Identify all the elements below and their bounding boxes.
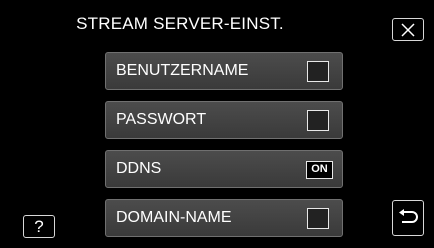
benutzername-checkbox[interactable] [307,61,329,82]
close-button[interactable] [392,18,424,41]
close-icon [401,22,415,37]
help-button[interactable]: ? [23,215,55,238]
ddns-status-badge: ON [306,161,333,179]
menu-item-passwort[interactable]: PASSWORT [105,101,343,139]
back-button[interactable] [392,200,424,236]
menu-item-benutzername[interactable]: BENUTZERNAME [105,52,343,90]
menu-item-label: BENUTZERNAME [116,62,249,79]
passwort-checkbox[interactable] [307,110,329,131]
menu-item-label: DDNS [116,160,162,177]
page-title: STREAM SERVER-EINST. [76,14,284,33]
domain-name-checkbox[interactable] [307,208,329,229]
menu-item-label: DOMAIN-NAME [116,209,232,226]
menu-item-ddns[interactable]: DDNS ON [105,150,343,188]
menu-item-domain-name[interactable]: DOMAIN-NAME [105,199,343,237]
back-return-icon [399,209,418,223]
menu-item-label: PASSWORT [116,111,207,128]
